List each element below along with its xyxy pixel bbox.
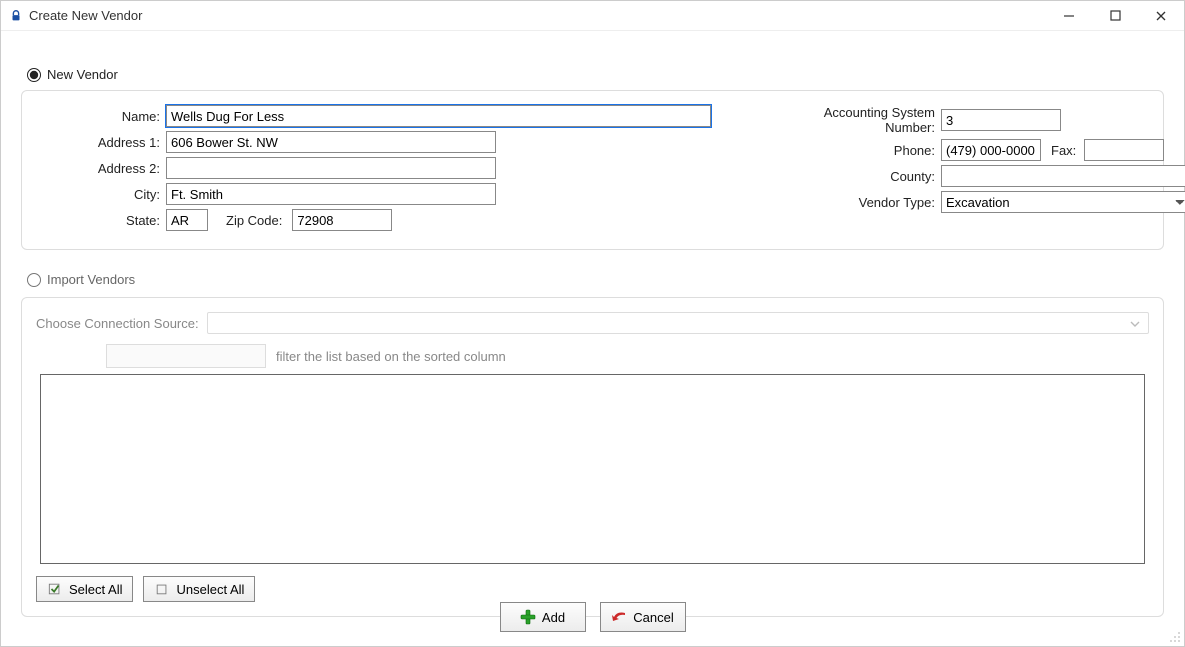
address2-input[interactable] — [166, 157, 496, 179]
county-label: County: — [771, 169, 941, 184]
vendor-type-select[interactable]: Excavation — [941, 191, 1185, 213]
new-vendor-panel: Name: Address 1: Address 2: City: State: — [21, 90, 1164, 250]
import-vendors-panel: Choose Connection Source: filter the lis… — [21, 297, 1164, 617]
window-title: Create New Vendor — [29, 8, 142, 23]
name-input[interactable] — [166, 105, 711, 127]
asn-input[interactable] — [941, 109, 1061, 131]
state-label: State: — [36, 213, 166, 228]
name-label: Name: — [36, 109, 166, 124]
connection-source-label: Choose Connection Source: — [36, 316, 207, 331]
new-vendor-radio-row: New Vendor — [27, 67, 1164, 82]
cancel-button[interactable]: Cancel — [600, 602, 686, 632]
address1-input[interactable] — [166, 131, 496, 153]
state-input[interactable] — [166, 209, 208, 231]
cancel-button-label: Cancel — [633, 610, 673, 625]
vendor-type-label: Vendor Type: — [771, 195, 941, 210]
cancel-arrow-icon — [611, 609, 627, 625]
phone-label: Phone: — [771, 143, 941, 158]
city-label: City: — [36, 187, 166, 202]
phone-input[interactable] — [941, 139, 1041, 161]
add-button[interactable]: Add — [500, 602, 586, 632]
unselect-all-button[interactable]: Unselect All — [143, 576, 255, 602]
fax-input[interactable] — [1084, 139, 1164, 161]
new-vendor-radio-label[interactable]: New Vendor — [47, 67, 118, 82]
resize-grip[interactable] — [1168, 630, 1182, 644]
asn-label: Accounting System Number: — [771, 105, 941, 135]
county-input[interactable] — [941, 165, 1185, 187]
maximize-button[interactable] — [1092, 1, 1138, 31]
connection-source-select — [207, 312, 1149, 334]
check-icon — [47, 581, 63, 597]
address2-label: Address 2: — [36, 161, 166, 176]
import-vendors-radio[interactable] — [27, 273, 41, 287]
new-vendor-radio[interactable] — [27, 68, 41, 82]
minimize-button[interactable] — [1046, 1, 1092, 31]
titlebar: Create New Vendor — [1, 1, 1184, 31]
filter-input — [106, 344, 266, 368]
address1-label: Address 1: — [36, 135, 166, 150]
add-button-label: Add — [542, 610, 565, 625]
zip-label: Zip Code: — [226, 213, 282, 228]
import-grid — [40, 374, 1145, 564]
fax-label: Fax: — [1051, 143, 1076, 158]
lock-icon — [9, 9, 23, 23]
uncheck-icon — [154, 581, 170, 597]
plus-icon — [520, 609, 536, 625]
select-all-button[interactable]: Select All — [36, 576, 133, 602]
zip-input[interactable] — [292, 209, 392, 231]
filter-hint-text: filter the list based on the sorted colu… — [276, 349, 506, 364]
dialog-buttons: Add Cancel — [1, 602, 1184, 632]
close-button[interactable] — [1138, 1, 1184, 31]
select-all-label: Select All — [69, 582, 122, 597]
import-vendors-radio-row: Import Vendors — [27, 272, 1164, 287]
city-input[interactable] — [166, 183, 496, 205]
import-vendors-radio-label[interactable]: Import Vendors — [47, 272, 135, 287]
unselect-all-label: Unselect All — [176, 582, 244, 597]
